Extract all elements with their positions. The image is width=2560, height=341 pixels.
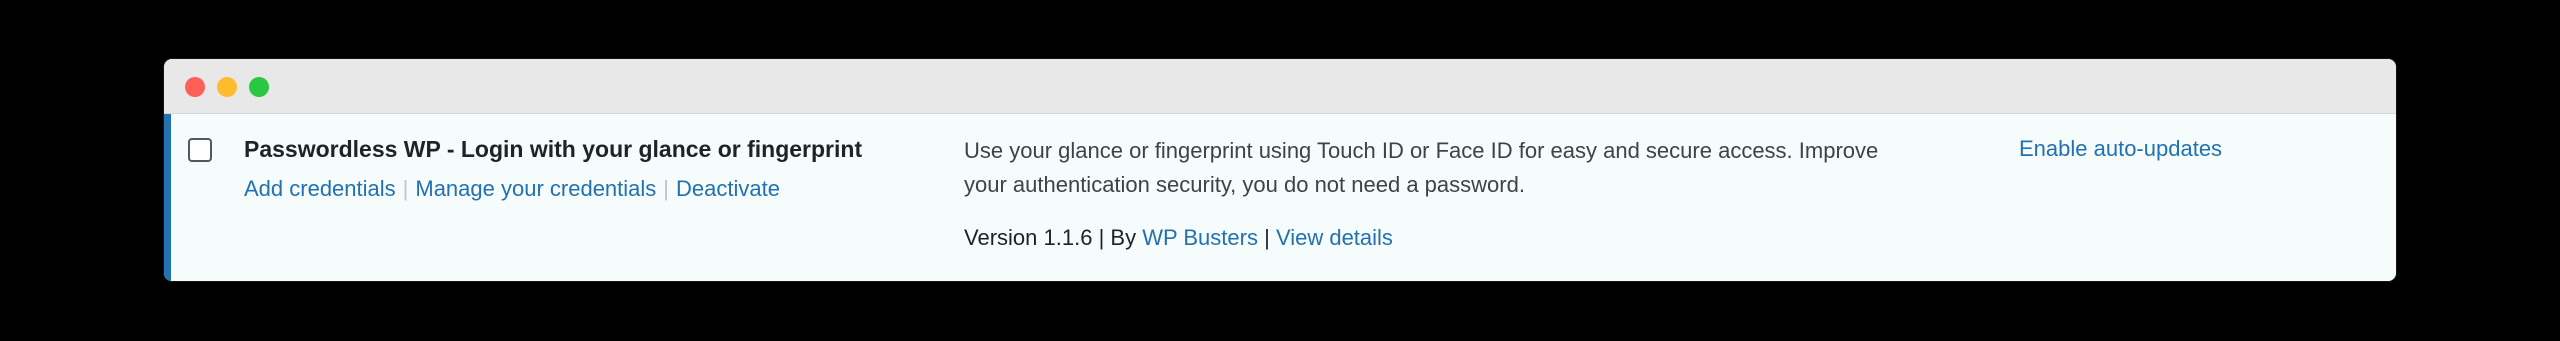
view-details-link[interactable]: View details — [1276, 225, 1393, 250]
description-line: your authentication security, you do not… — [964, 172, 1525, 197]
description-line: Use your glance or fingerprint using Tou… — [964, 138, 1879, 163]
action-separator: | — [402, 176, 409, 201]
meta-separator: | — [1098, 225, 1105, 250]
plugin-description: Use your glance or fingerprint using Tou… — [964, 134, 1984, 202]
author-link[interactable]: WP Busters — [1142, 225, 1258, 250]
manage-credentials-link[interactable]: Manage your credentials — [415, 176, 656, 201]
active-plugin-indicator — [164, 114, 171, 281]
plugin-row: Passwordless WP - Login with your glance… — [164, 114, 2396, 281]
meta-separator: | — [1264, 225, 1270, 250]
enable-auto-updates-link[interactable]: Enable auto-updates — [2019, 136, 2222, 162]
deactivate-link[interactable]: Deactivate — [676, 176, 780, 201]
action-separator: | — [663, 176, 670, 201]
close-window-button[interactable] — [185, 77, 205, 97]
plugin-row-actions: Add credentials | Manage your credentials |… — [244, 176, 780, 202]
app-window: Passwordless WP - Login with your glance… — [164, 59, 2396, 281]
minimize-window-button[interactable] — [217, 77, 237, 97]
plugin-select-checkbox[interactable] — [188, 138, 212, 162]
window-titlebar — [164, 59, 2396, 114]
plugin-version: Version 1.1.6 — [964, 225, 1093, 250]
zoom-window-button[interactable] — [249, 77, 269, 97]
plugin-meta: Version 1.1.6 | By WP Busters | View det… — [964, 225, 1393, 251]
by-label: By — [1110, 225, 1137, 250]
plugin-title: Passwordless WP - Login with your glance… — [244, 136, 863, 162]
add-credentials-link[interactable]: Add credentials — [244, 176, 396, 201]
